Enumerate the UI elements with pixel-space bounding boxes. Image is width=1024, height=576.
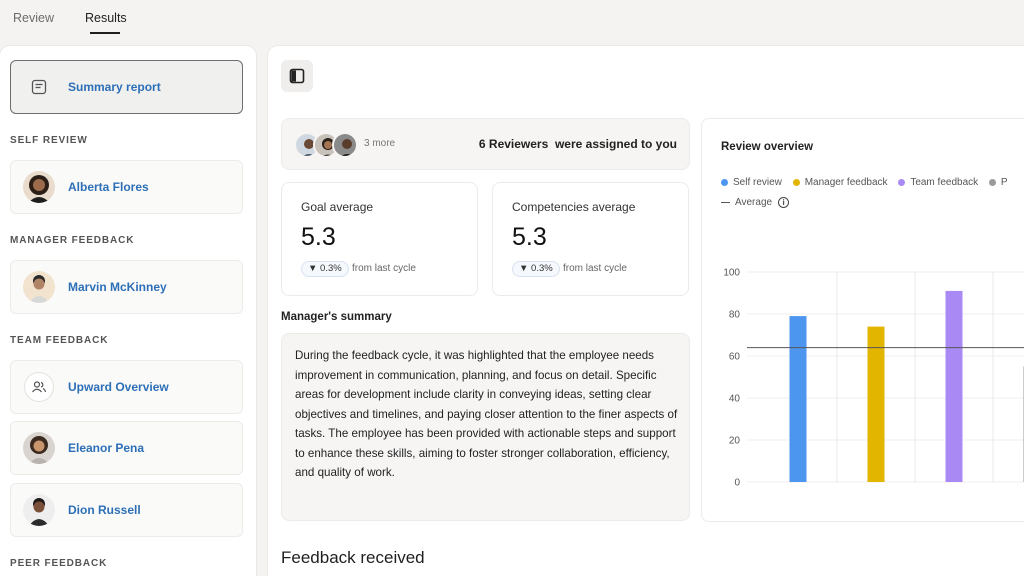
chart-plot: 0 20 40 60 80 100 <box>723 268 1024 489</box>
stat-value: 5.3 <box>301 223 336 251</box>
manager-summary-text: During the feedback cycle, it was highli… <box>295 349 678 479</box>
main-content: 3 more 6 Reviewers were assigned to you … <box>268 46 1024 576</box>
stat-value: 5.3 <box>512 223 547 251</box>
report-icon <box>24 72 54 102</box>
sidebar-item-label: Eleanor Pena <box>68 441 145 455</box>
avatar <box>23 171 55 203</box>
sidebar-toggle-button[interactable] <box>281 60 313 92</box>
section-manager-feedback: MANAGER FEEDBACK <box>10 235 135 246</box>
feedback-received-heading: Feedback received <box>281 548 425 567</box>
sidebar-item-upward-overview[interactable]: Upward Overview <box>10 360 243 414</box>
section-team-feedback: TEAM FEEDBACK <box>10 335 109 346</box>
avatar <box>332 132 358 158</box>
stat-title: Competencies average <box>512 200 636 214</box>
competencies-average-card: Competencies average 5.3 ▼ 0.3% from las… <box>492 182 689 296</box>
sidebar-item-label: Summary report <box>68 80 161 94</box>
tab-review[interactable]: Review <box>13 11 54 25</box>
stat-title: Goal average <box>301 200 374 214</box>
change-badge: ▼ 0.3% <box>301 261 349 277</box>
bar-team-feedback[interactable] <box>945 290 963 482</box>
change-badge: ▼ 0.3% <box>512 261 560 277</box>
sidebar-item-eleanor-pena[interactable]: Eleanor Pena <box>10 421 243 475</box>
sidebar-item-label: Alberta Flores <box>68 180 149 194</box>
sidebar-item-label: Upward Overview <box>68 380 169 394</box>
sidebar-item-summary-report[interactable]: Summary report <box>10 60 243 114</box>
active-tab-indicator <box>90 32 120 34</box>
bar-self-review[interactable] <box>789 316 807 482</box>
review-overview-chart: Review overview Self review Manager feed… <box>701 118 1024 522</box>
stat-comparison: from last cycle <box>352 263 416 274</box>
goal-average-card: Goal average 5.3 ▼ 0.3% from last cycle <box>281 182 478 296</box>
reviewers-assigned-text: 6 Reviewers were assigned to you <box>479 137 677 151</box>
sidebar-item-marvin-mckinney[interactable]: Marvin McKinney <box>10 260 243 314</box>
sidebar-item-label: Marvin McKinney <box>68 280 167 294</box>
manager-summary-title: Manager's summary <box>281 311 392 323</box>
y-tick-label: 0 <box>734 478 740 489</box>
change-value: 0.3% <box>531 263 553 274</box>
manager-summary-card: During the feedback cycle, it was highli… <box>281 333 690 521</box>
sidebar-item-alberta-flores[interactable]: Alberta Flores <box>10 160 243 214</box>
section-self-review: SELF REVIEW <box>10 135 88 146</box>
avatar <box>23 432 55 464</box>
sidebar: Summary report SELF REVIEW Alberta Flore… <box>0 46 256 576</box>
y-tick-label: 60 <box>729 352 741 363</box>
y-tick-label: 20 <box>729 436 741 447</box>
reviewers-count: 6 Reviewers <box>478 137 549 151</box>
section-peer-feedback: PEER FEEDBACK <box>10 558 108 569</box>
sidebar-item-label: Dion Russell <box>68 503 141 517</box>
tab-results[interactable]: Results <box>85 11 127 25</box>
down-arrow-icon: ▼ <box>519 263 532 274</box>
sidebar-toggle-icon <box>289 68 305 84</box>
change-value: 0.3% <box>320 263 342 274</box>
y-tick-label: 100 <box>723 268 740 279</box>
y-tick-label: 40 <box>729 394 741 405</box>
stat-comparison: from last cycle <box>563 263 627 274</box>
down-arrow-icon: ▼ <box>308 263 321 274</box>
y-tick-label: 80 <box>729 310 741 321</box>
more-reviewers-text[interactable]: 3 more <box>364 138 395 149</box>
reviewers-card: 3 more 6 Reviewers were assigned to you <box>281 118 690 170</box>
people-icon <box>24 372 54 402</box>
avatar <box>23 494 55 526</box>
bar-manager-feedback[interactable] <box>867 326 885 482</box>
reviewers-assigned-label: were assigned to you <box>554 137 677 151</box>
sidebar-item-dion-russell[interactable]: Dion Russell <box>10 483 243 537</box>
avatar <box>23 271 55 303</box>
top-tabs: Review Results <box>0 0 1024 46</box>
